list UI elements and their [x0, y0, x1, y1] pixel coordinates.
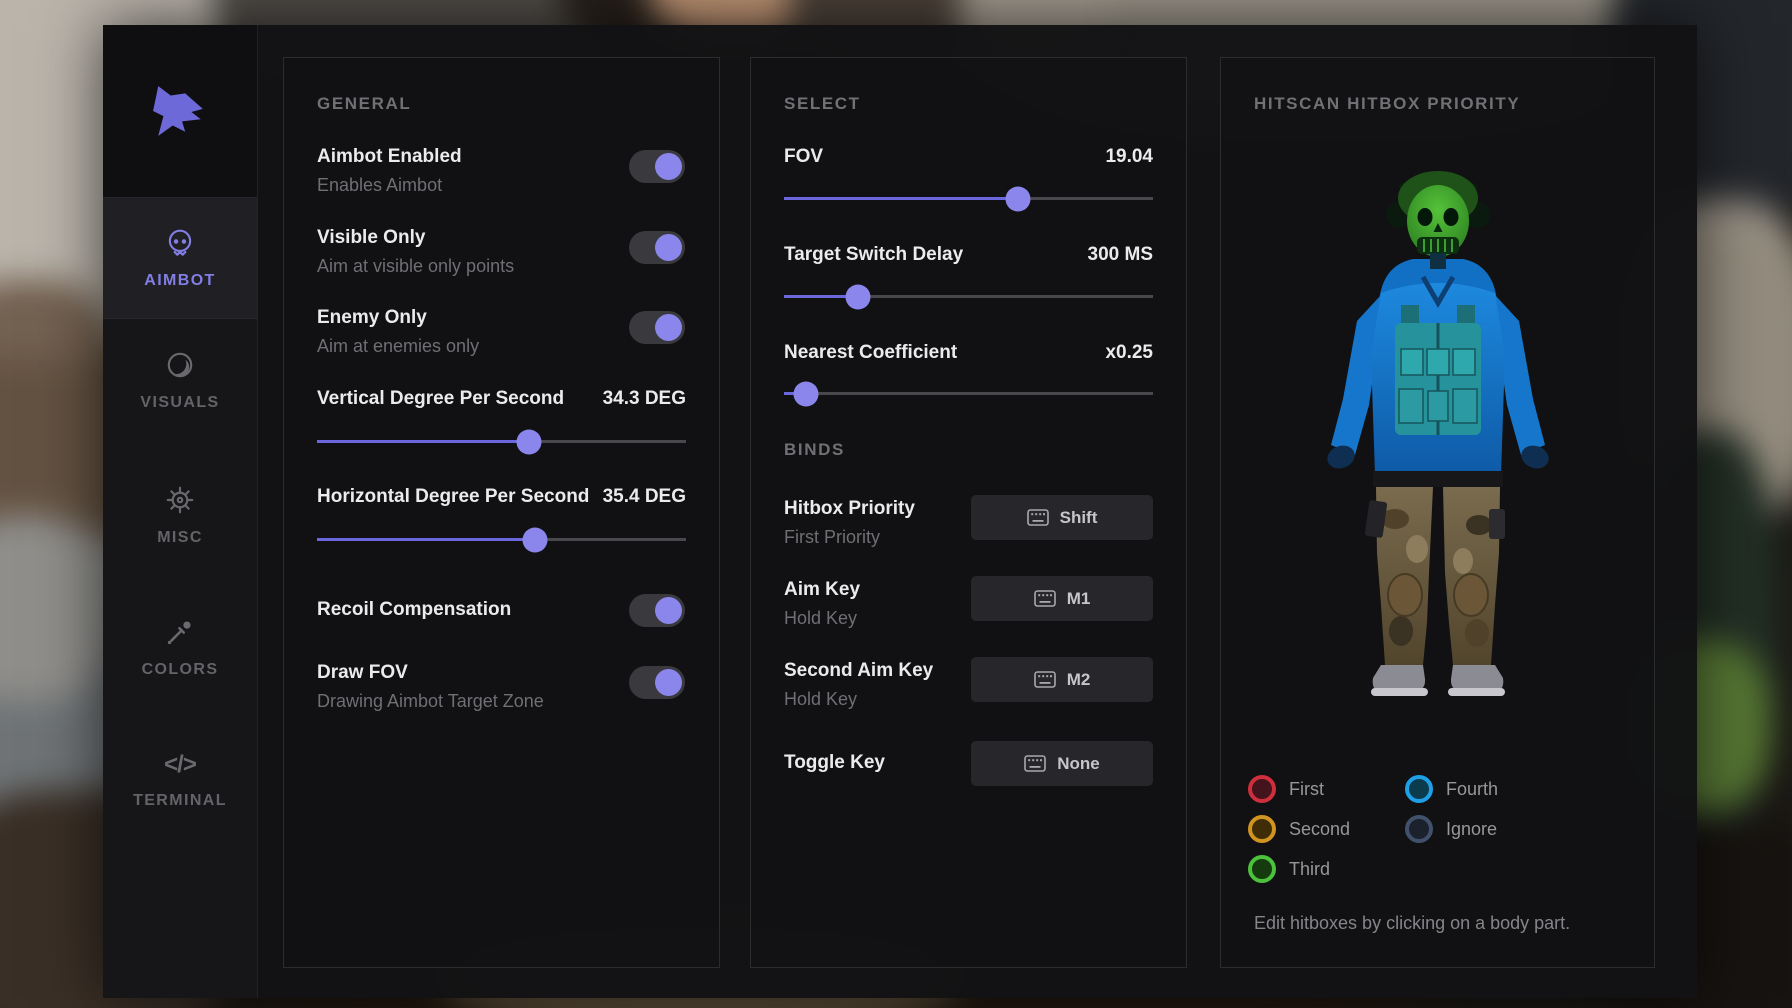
logo-block [103, 25, 257, 198]
legend-label-third: Third [1289, 859, 1330, 880]
setting-nearest-coefficient: Nearest Coefficient x0.25 [784, 342, 1153, 364]
legend-label-ignore: Ignore [1446, 819, 1497, 840]
bind-toggle-key: Toggle Key [784, 752, 885, 774]
sidebar-item-label: COLORS [142, 661, 219, 679]
setting-horizontal-dps: Horizontal Degree Per Second 35.4 DEG [317, 486, 686, 508]
sidebar-item-terminal[interactable]: </> TERMINAL [103, 733, 257, 828]
toggle-knob [655, 234, 682, 261]
slider-fill [784, 197, 1018, 200]
slider-fill [317, 440, 529, 443]
horizontal-dps-slider[interactable] [317, 538, 686, 541]
hitbox-note: Edit hitboxes by clicking on a body part… [1254, 913, 1570, 934]
contrast-moon-icon [164, 349, 196, 381]
sidebar-item-misc[interactable]: MISC [103, 468, 257, 563]
aimbot-enabled-toggle[interactable] [629, 150, 685, 183]
legend-dot-first [1248, 775, 1276, 803]
hitbox-torso[interactable] [1371, 277, 1505, 487]
slider-fill [317, 538, 535, 541]
visible-only-toggle[interactable] [629, 231, 685, 264]
sidebar: AIMBOT VISUALS MISC [103, 25, 258, 998]
legend-dot-fourth [1405, 775, 1433, 803]
setting-vertical-dps: Vertical Degree Per Second 34.3 DEG [317, 388, 686, 410]
toggle-knob [655, 669, 682, 696]
hitbox-priority-key-button[interactable]: Shift [971, 495, 1153, 540]
legend-dot-third [1248, 855, 1276, 883]
bind-aim-key: Aim Key Hold Key [784, 579, 860, 629]
setting-recoil-compensation: Recoil Compensation [317, 599, 511, 621]
keyboard-icon [1027, 509, 1049, 526]
keyboard-icon [1024, 755, 1046, 772]
sidebar-item-label: TERMINAL [133, 792, 227, 810]
hitbox-feet[interactable] [1371, 665, 1505, 696]
aimbot-skull-icon [164, 227, 196, 259]
gear-icon [164, 484, 196, 516]
sidebar-item-colors[interactable]: COLORS [103, 600, 257, 695]
setting-visible-only: Visible Only Aim at visible only points [317, 227, 514, 277]
fov-value: 19.04 [1105, 146, 1153, 168]
legend-dot-ignore [1405, 815, 1433, 843]
toggle-knob [655, 153, 682, 180]
toggle-key-button[interactable]: None [971, 741, 1153, 786]
draw-fov-toggle[interactable] [629, 666, 685, 699]
select-panel: SELECT FOV 19.04 Target Switch Delay 300… [750, 57, 1187, 968]
enemy-only-toggle[interactable] [629, 311, 685, 344]
sidebar-item-aimbot[interactable]: AIMBOT [103, 197, 257, 319]
keyboard-icon [1034, 590, 1056, 607]
fov-slider[interactable] [784, 197, 1153, 200]
vertical-dps-value: 34.3 DEG [603, 388, 686, 410]
mod-menu-window: AIMBOT VISUALS MISC [103, 25, 1697, 998]
setting-target-switch-delay: Target Switch Delay 300 MS [784, 244, 1153, 266]
general-header: GENERAL [317, 94, 411, 114]
target-switch-delay-slider[interactable] [784, 295, 1153, 298]
vertical-dps-slider[interactable] [317, 440, 686, 443]
slider-knob[interactable] [517, 429, 542, 454]
slider-knob[interactable] [1006, 186, 1031, 211]
wolf-logo-icon [146, 82, 214, 140]
general-panel: GENERAL Aimbot Enabled Enables Aimbot Vi… [283, 57, 720, 968]
sidebar-item-label: VISUALS [140, 394, 219, 412]
hitbox-head[interactable] [1386, 171, 1490, 269]
code-icon: </> [164, 751, 196, 779]
slider-knob[interactable] [522, 527, 547, 552]
second-aim-key-button[interactable]: M2 [971, 657, 1153, 702]
sidebar-item-label: AIMBOT [144, 272, 216, 290]
toggle-knob [655, 314, 682, 341]
slider-knob[interactable] [845, 284, 870, 309]
toggle-knob [655, 597, 682, 624]
keyboard-icon [1034, 671, 1056, 688]
binds-header: BINDS [784, 440, 845, 460]
nearest-coefficient-value: x0.25 [1105, 342, 1153, 364]
sidebar-item-label: MISC [157, 529, 203, 547]
horizontal-dps-value: 35.4 DEG [603, 486, 686, 508]
nearest-coefficient-slider[interactable] [784, 392, 1153, 395]
bind-second-aim-key: Second Aim Key Hold Key [784, 660, 933, 710]
legend-label-second: Second [1289, 819, 1350, 840]
bind-hitbox-priority: Hitbox Priority First Priority [784, 498, 915, 548]
select-header: SELECT [784, 94, 861, 114]
setting-aimbot-enabled: Aimbot Enabled Enables Aimbot [317, 146, 462, 196]
character-model[interactable] [1283, 153, 1593, 728]
legend-label-fourth: Fourth [1446, 779, 1498, 800]
legend-dot-second [1248, 815, 1276, 843]
recoil-compensation-toggle[interactable] [629, 594, 685, 627]
sidebar-item-visuals[interactable]: VISUALS [103, 333, 257, 428]
slider-knob[interactable] [794, 381, 819, 406]
hitbox-panel: HITSCAN HITBOX PRIORITY [1220, 57, 1655, 968]
setting-fov: FOV 19.04 [784, 146, 1153, 168]
legend-label-first: First [1289, 779, 1324, 800]
hitbox-header: HITSCAN HITBOX PRIORITY [1254, 94, 1520, 114]
hitbox-legs[interactable] [1365, 487, 1505, 665]
setting-draw-fov: Draw FOV Drawing Aimbot Target Zone [317, 662, 544, 712]
aim-key-button[interactable]: M1 [971, 576, 1153, 621]
target-switch-delay-value: 300 MS [1088, 244, 1153, 266]
eyedropper-icon [164, 616, 196, 648]
setting-enemy-only: Enemy Only Aim at enemies only [317, 307, 479, 357]
